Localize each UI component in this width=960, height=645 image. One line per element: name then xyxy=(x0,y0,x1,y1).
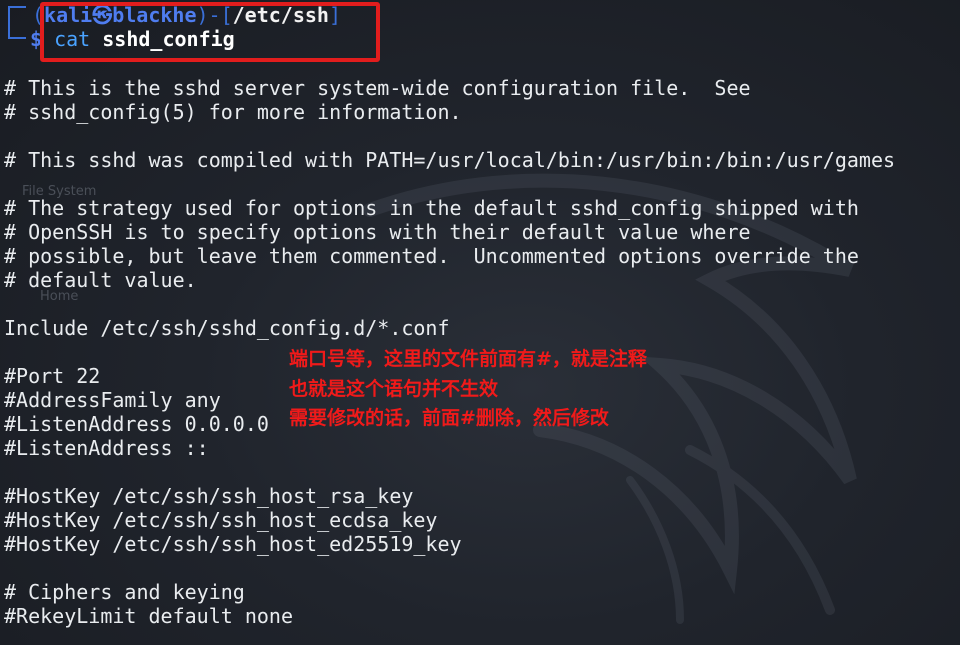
output-line: #HostKey /etc/ssh/ssh_host_ed25519_key xyxy=(4,532,462,556)
output-line: # Ciphers and keying xyxy=(4,580,245,604)
output-line: # The strategy used for options in the d… xyxy=(4,196,859,220)
output-line: # OpenSSH is to specify options with the… xyxy=(4,220,751,244)
output-line: #AddressFamily any xyxy=(4,388,221,412)
output-line: #RekeyLimit default none xyxy=(4,604,293,628)
output-line: # possible, but leave them commented. Un… xyxy=(4,244,859,268)
output-line: #HostKey /etc/ssh/ssh_host_rsa_key xyxy=(4,484,414,508)
terminal-window[interactable]: File System Home (kali㉿blackhe)-[/etc/ss… xyxy=(0,0,960,645)
annotation-line-2: 也就是这个语句并不生效 xyxy=(289,378,499,400)
output-line: #ListenAddress 0.0.0.0 xyxy=(4,412,269,436)
output-line: # This is the sshd server system-wide co… xyxy=(4,76,751,100)
output-line: Include /etc/ssh/sshd_config.d/*.conf xyxy=(4,316,450,340)
output-line: #Port 22 xyxy=(4,364,101,388)
output-line: #ListenAddress :: xyxy=(4,436,209,460)
output-line: #HostKey /etc/ssh/ssh_host_ecdsa_key xyxy=(4,508,438,532)
prompt-frame-lines xyxy=(8,6,26,39)
annotation-line-3: 需要修改的话，前面#删除，然后修改 xyxy=(289,407,609,429)
annotation-line-1: 端口号等，这里的文件前面有#，就是注释 xyxy=(289,348,647,370)
output-line: # default value. xyxy=(4,268,197,292)
command-highlight-box xyxy=(40,2,380,62)
output-line: # This sshd was compiled with PATH=/usr/… xyxy=(4,148,896,172)
output-line: # sshd_config(5) for more information. xyxy=(4,100,462,124)
